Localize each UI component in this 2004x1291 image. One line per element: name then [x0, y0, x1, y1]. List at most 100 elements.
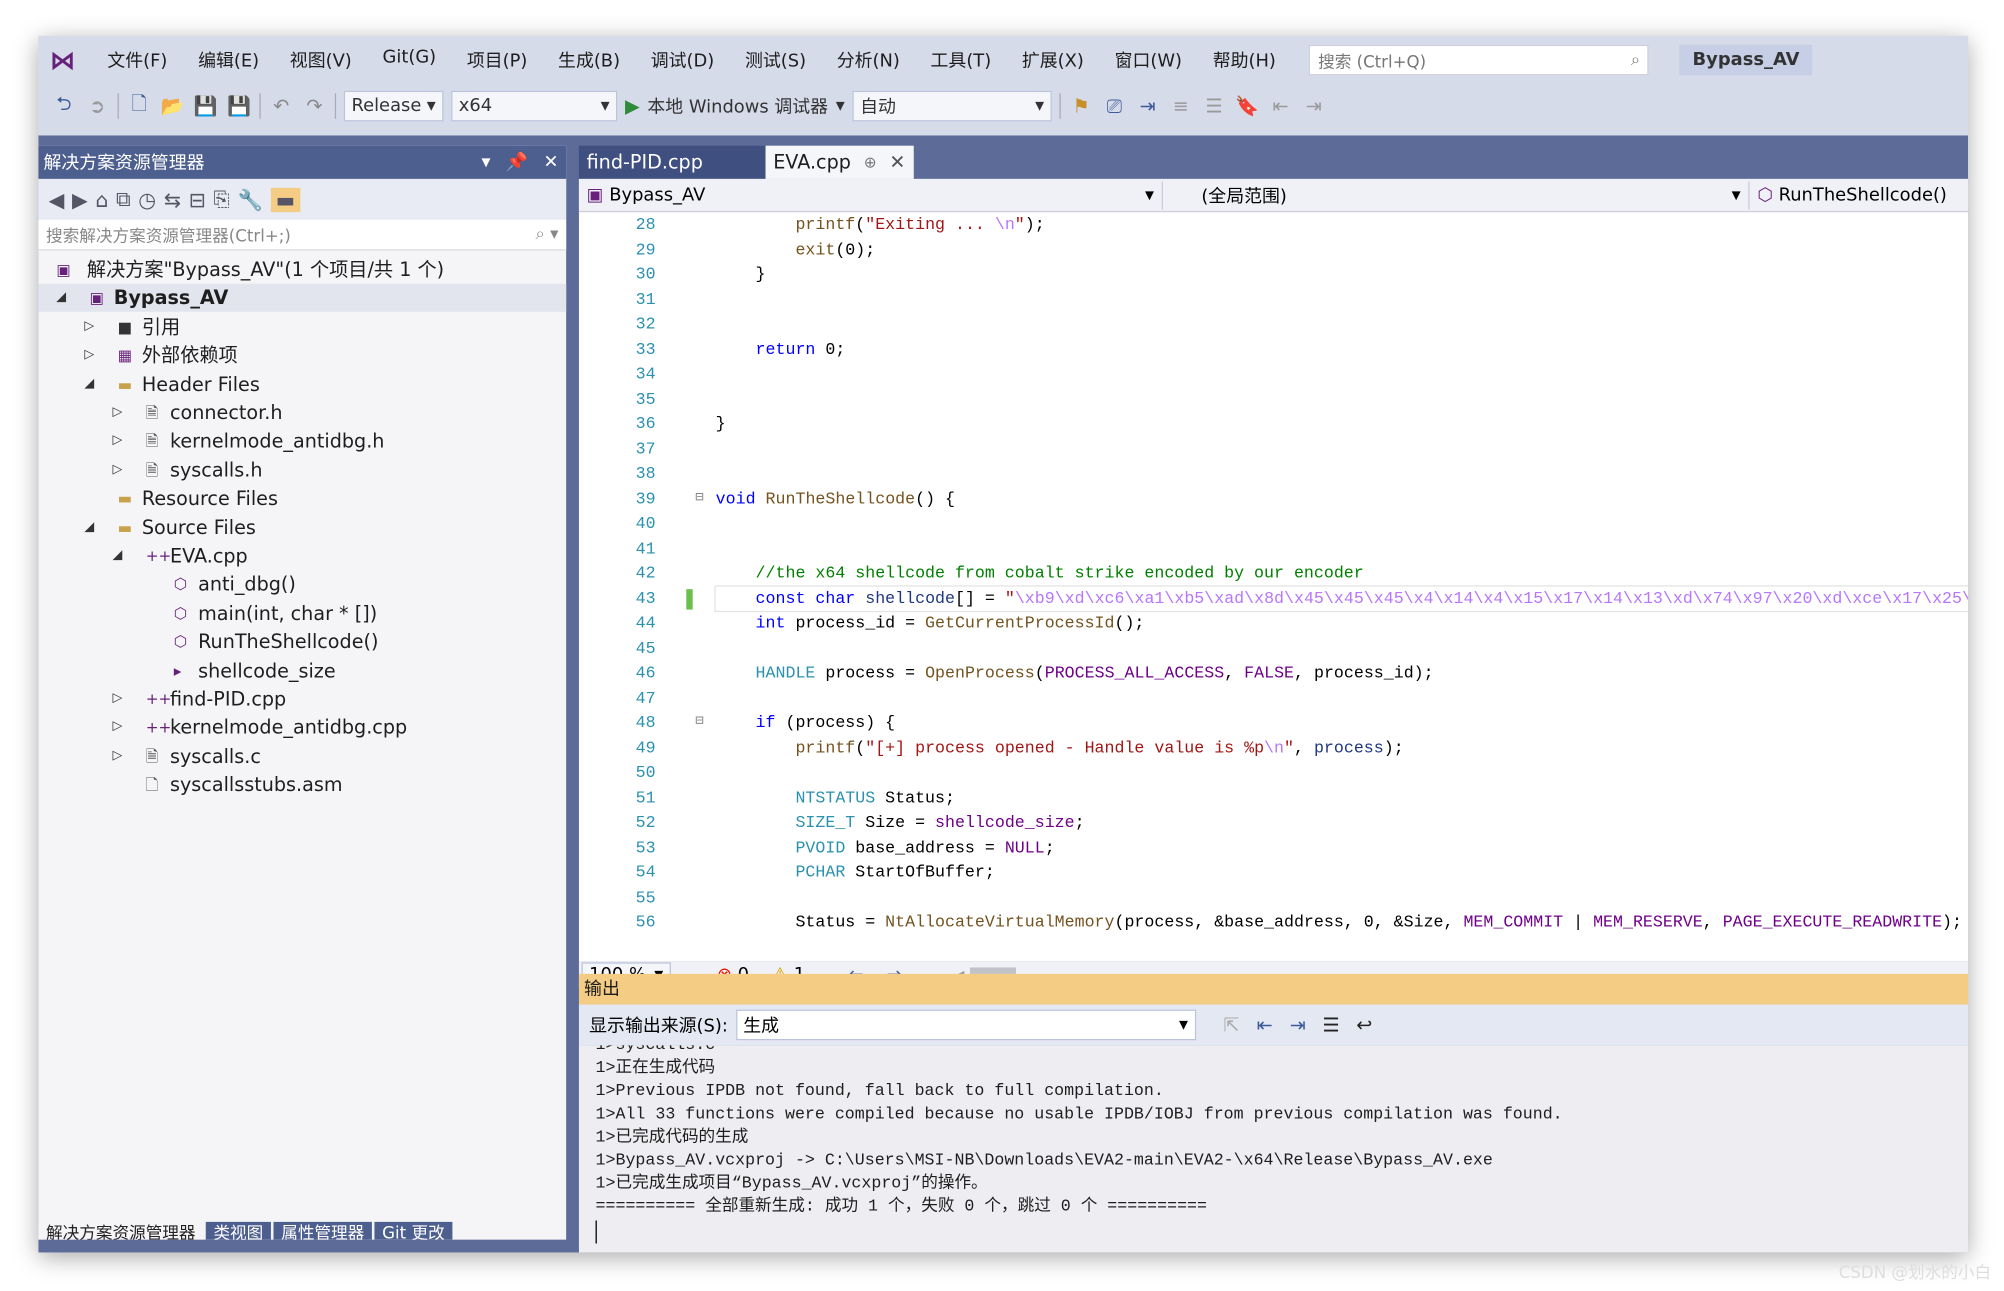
tree-item[interactable]: ▷ 🗎 kernelmode_antidbg.h	[38, 427, 566, 455]
home-icon[interactable]: ⌂	[95, 187, 108, 211]
code-line[interactable]: 39 void RunTheShellcode() {⊟	[579, 486, 1968, 511]
search-box[interactable]: 搜索 (Ctrl+Q) ⌕	[1309, 44, 1650, 76]
start-debugging-icon[interactable]: ▶	[625, 95, 640, 118]
tree-item[interactable]: ◢ ▣ Bypass_AV	[38, 284, 567, 313]
tree-item[interactable]: ▷ 🗎 syscalls.h	[38, 456, 566, 484]
collapsed-arrow-icon[interactable]: ▷	[112, 399, 122, 427]
pin-icon[interactable]: 📌	[506, 152, 528, 172]
collapsed-arrow-icon[interactable]: ▷	[84, 341, 94, 369]
prev-bookmark-icon[interactable]: ⇤	[1268, 95, 1294, 118]
code-editor[interactable]: ▣ Bypass_AV ▾ (全局范围) ▾ ⬡ RunTheShellcode()…	[578, 178, 1969, 962]
new-project-icon[interactable]: 🗋	[127, 90, 153, 122]
tree-item[interactable]: ▬ Resource Files	[38, 485, 566, 513]
collapse-toggle-icon[interactable]: ⊟	[695, 711, 703, 736]
code-line[interactable]: 52 SIZE_T Size = shellcode_size;	[579, 810, 1968, 835]
tree-item[interactable]: ▷ 🗎 connector.h	[38, 399, 566, 427]
properties-icon[interactable]: 🔧	[237, 187, 262, 211]
clear-all-icon[interactable]: ☰	[1318, 1013, 1344, 1036]
collapse-icon[interactable]: ⊟	[189, 187, 206, 211]
code-line[interactable]: 36}	[579, 412, 1968, 437]
step-icon[interactable]: ⇥	[1135, 95, 1161, 118]
code-line[interactable]: 47	[579, 686, 1968, 711]
save-icon[interactable]: 💾	[193, 95, 219, 118]
collapsed-arrow-icon[interactable]: ▷	[112, 456, 122, 484]
sidebar-tab[interactable]: 属性管理器	[273, 1221, 372, 1240]
code-line[interactable]: 43 const char shellcode[] = "\xb9\xd\xc6…	[579, 584, 1969, 613]
code-line[interactable]: 55	[579, 885, 1968, 910]
indent-icon[interactable]: ≡	[1168, 95, 1194, 118]
expanded-arrow-icon[interactable]: ◢	[84, 370, 94, 398]
collapsed-arrow-icon[interactable]: ▷	[112, 742, 122, 770]
configuration-select[interactable]: Release ▾	[343, 90, 444, 122]
close-icon[interactable]: ✕	[543, 152, 558, 172]
tree-item[interactable]: ⬡ anti_dbg()	[38, 570, 566, 598]
collapsed-arrow-icon[interactable]: ▷	[84, 313, 94, 341]
tree-item[interactable]: ⬡ main(int, char * [])	[38, 599, 566, 627]
code-line[interactable]: 53 PVOID base_address = NULL;	[579, 835, 1968, 860]
bookmark-icon[interactable]: 🔖	[1235, 95, 1261, 118]
prev-message-icon[interactable]: ⇤	[1252, 1013, 1278, 1036]
tree-item[interactable]: ▷ ++ find-PID.cpp	[38, 685, 566, 713]
switch-views-icon[interactable]: ⧉	[116, 187, 131, 213]
menu-item[interactable]: 调试(D)	[635, 47, 729, 73]
tree-item[interactable]: ⬡ RunTheShellcode()	[38, 628, 566, 656]
back-icon[interactable]: ⮌	[51, 90, 77, 122]
menu-item[interactable]: 项目(P)	[451, 47, 542, 73]
next-bookmark-icon[interactable]: ⇥	[1301, 95, 1327, 118]
expanded-arrow-icon[interactable]: ◢	[56, 284, 66, 312]
member-nav-select[interactable]: ⬡ RunTheShellcode()	[1750, 181, 1967, 209]
menu-item[interactable]: 视图(V)	[274, 47, 367, 73]
forward-icon[interactable]: ▶	[72, 187, 88, 211]
menu-item[interactable]: 帮助(H)	[1197, 47, 1291, 73]
code-line[interactable]: 50	[579, 760, 1968, 785]
redo-icon[interactable]: ↷	[302, 95, 328, 118]
show-all-icon[interactable]: ⎘	[213, 187, 229, 213]
code-line[interactable]: 48 if (process) {⊟	[579, 711, 1968, 736]
code-line[interactable]: 28 printf("Exiting ... \n");	[579, 212, 1968, 237]
sync-icon[interactable]: ⇆	[164, 187, 181, 211]
menu-item[interactable]: 编辑(E)	[183, 47, 275, 73]
screenshot-icon[interactable]: ⎚	[1102, 95, 1128, 118]
code-line[interactable]: 56 Status = NtAllocateVirtualMemory(proc…	[579, 910, 1968, 935]
sidebar-tab[interactable]: Git 更改	[374, 1221, 453, 1240]
preview-icon[interactable]: ▬	[270, 187, 301, 212]
scope-nav-select[interactable]: (全局范围) ▾	[1168, 180, 1750, 209]
back-icon[interactable]: ◀	[49, 187, 65, 211]
code-line[interactable]: 41	[579, 536, 1968, 561]
comment-icon[interactable]: ☰	[1201, 95, 1227, 118]
tree-item[interactable]: ▣ 解决方案"Bypass_AV"(1 个项目/共 1 个)	[38, 256, 566, 284]
tab-find-pid[interactable]: find-PID.cpp	[578, 145, 766, 179]
sidebar-tab[interactable]: 解决方案资源管理器	[38, 1221, 204, 1240]
menu-item[interactable]: 文件(F)	[92, 47, 183, 73]
tree-item[interactable]: ◢ ++ EVA.cpp	[38, 542, 566, 570]
tree-item[interactable]: ▷ ++ kernelmode_antidbg.cpp	[38, 714, 566, 742]
collapse-toggle-icon[interactable]: ⊟	[695, 486, 703, 511]
solution-search-input[interactable]: 搜索解决方案资源管理器(Ctrl+;) ⌕ ▾	[38, 219, 567, 251]
tree-item[interactable]: ▷ ■ 引用	[38, 313, 566, 341]
code-line[interactable]: 31	[579, 287, 1968, 312]
menu-item[interactable]: 测试(S)	[730, 47, 822, 73]
code-line[interactable]: 44 int process_id = GetCurrentProcessId(…	[579, 611, 1968, 636]
menu-item[interactable]: 工具(T)	[915, 47, 1006, 73]
code-line[interactable]: 46 HANDLE process = OpenProcess(PROCESS_…	[579, 661, 1968, 686]
code-line[interactable]: 33 return 0;	[579, 337, 1968, 362]
forward-icon[interactable]: ➲	[84, 95, 110, 118]
collapsed-arrow-icon[interactable]: ▷	[112, 427, 122, 455]
platform-select[interactable]: x64 ▾	[451, 90, 618, 122]
save-all-icon[interactable]: 💾	[226, 95, 252, 118]
output-text[interactable]: 1>syscalls.c1>正在生成代码 1>Previous IPDB not …	[578, 1045, 1969, 1253]
collapsed-arrow-icon[interactable]: ▷	[112, 685, 122, 713]
next-message-icon[interactable]: ⇥	[1285, 1013, 1311, 1036]
close-tab-icon[interactable]: ✕	[889, 146, 905, 179]
tab-eva[interactable]: EVA.cpp ⊕ ✕	[765, 145, 914, 179]
tree-item[interactable]: ▷ 🗎 syscalls.c	[38, 742, 566, 770]
menu-item[interactable]: 窗口(W)	[1099, 47, 1197, 73]
project-nav-select[interactable]: ▣ Bypass_AV ▾	[579, 180, 1163, 209]
expanded-arrow-icon[interactable]: ◢	[84, 513, 94, 541]
code-line[interactable]: 42 //the x64 shellcode from cobalt strik…	[579, 561, 1968, 586]
code-line[interactable]: 54 PCHAR StartOfBuffer;	[579, 860, 1968, 885]
menu-item[interactable]: 生成(B)	[543, 47, 636, 73]
open-icon[interactable]: 📂	[160, 95, 186, 118]
dropdown-icon[interactable]: ▾	[482, 152, 491, 172]
tree-item[interactable]: ◢ ▬ Source Files	[38, 513, 566, 541]
